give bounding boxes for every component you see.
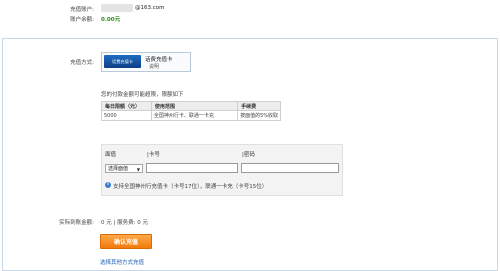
masked-email-user bbox=[101, 4, 133, 12]
limits-header-row: 每日限额（元） 使用范围 手续费 bbox=[101, 101, 281, 111]
confirm-recharge-button[interactable]: 确认充值 bbox=[100, 234, 152, 249]
limit-intro-text: 您的付款金额可能超限，限额如下 bbox=[101, 92, 184, 98]
card-number-label: |卡号 bbox=[147, 152, 160, 158]
password-input[interactable] bbox=[241, 163, 339, 173]
recharge-method-label: 充值方式: bbox=[70, 60, 94, 66]
password-label: |密码 bbox=[242, 152, 255, 158]
denomination-label: 面值 bbox=[105, 152, 117, 158]
table-row: 5000 全国神州行卡、联通一卡充 按面值的5%收取 bbox=[101, 110, 281, 121]
email-domain: @163.com bbox=[135, 5, 165, 11]
limits-cell-daily: 5000 bbox=[101, 110, 152, 121]
supported-cards-info: 支持全国神州行充值卡（卡号17位），联通一卡充（卡号15位） bbox=[113, 184, 268, 190]
actual-amount-value: 0 元 | 服务费: 0 元 bbox=[101, 220, 148, 226]
actual-amount-label: 实际到账金额: bbox=[59, 220, 94, 226]
other-method-link[interactable]: 选择其他方式充值 bbox=[100, 258, 144, 266]
prepaid-card-sub: 说明 bbox=[149, 64, 160, 70]
denomination-select[interactable]: 选择面值 ▼ bbox=[105, 164, 143, 173]
balance-label: 账户余额: bbox=[70, 17, 94, 23]
prepaid-card-name: 话费充值卡 bbox=[145, 57, 173, 63]
chevron-down-icon: ▼ bbox=[136, 167, 140, 172]
prepaid-card-option[interactable]: 话费充值卡 话费充值卡 说明 bbox=[101, 52, 191, 72]
limits-header-scope: 使用范围 bbox=[150, 101, 239, 111]
limits-table: 每日限额（元） 使用范围 手续费 5000 全国神州行卡、联通一卡充 按面值的5… bbox=[101, 101, 281, 121]
denomination-select-value: 选择面值 bbox=[108, 166, 129, 172]
recharge-account-label: 充值账户: bbox=[70, 7, 94, 13]
balance-value: 0.00元 bbox=[101, 17, 121, 23]
card-input-form: 面值 |卡号 |密码 选择面值 ▼ i 支持全国神州行充值卡（卡号17位），联通… bbox=[101, 144, 343, 196]
limits-header-daily: 每日限额（元） bbox=[101, 101, 152, 111]
info-icon: i bbox=[105, 182, 111, 188]
limits-cell-fee: 按面值的5%收取 bbox=[237, 110, 281, 121]
card-number-input[interactable] bbox=[146, 163, 238, 173]
limits-cell-scope: 全国神州行卡、联通一卡充 bbox=[150, 110, 239, 121]
limits-header-fee: 手续费 bbox=[237, 101, 281, 111]
prepaid-card-image: 话费充值卡 bbox=[104, 55, 141, 68]
